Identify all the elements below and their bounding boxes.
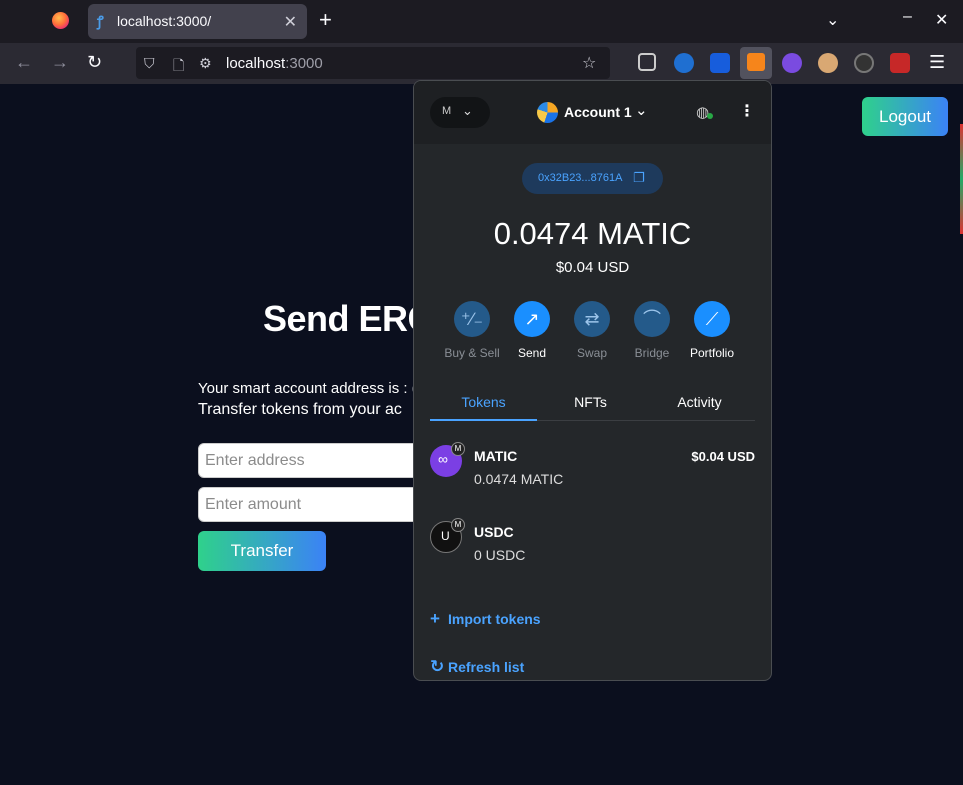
network-picker[interactable]: M ⌄ xyxy=(430,97,490,128)
connected-status-dot xyxy=(707,113,713,119)
buy-sell-button[interactable]: ⁺∕₋ Buy & Sell xyxy=(440,301,504,360)
bookmark-star-icon[interactable]: ☆ xyxy=(582,53,596,73)
account-avatar[interactable] xyxy=(537,102,558,123)
shield-icon[interactable]: ⛉ xyxy=(144,55,155,72)
account-name[interactable]: Account 1 xyxy=(564,104,632,120)
action-label: Send xyxy=(517,346,547,360)
fiat-balance: $0.04 USD xyxy=(555,259,630,276)
bridge-button[interactable]: ⌒ Bridge xyxy=(620,301,684,360)
network-badge: M xyxy=(451,442,465,456)
action-label: Buy & Sell xyxy=(444,346,500,360)
browser-tab[interactable]: ꝭ localhost:3000/ ✕ xyxy=(88,4,307,39)
transfer-description: Transfer tokens from your ac xyxy=(198,401,402,418)
metamask-fox-icon xyxy=(747,53,765,71)
account-address: 0x32B23...8761A xyxy=(538,172,623,184)
copy-icon: ❐ xyxy=(633,170,645,185)
bridge-icon: ⌒ xyxy=(634,301,670,337)
network-letter: M xyxy=(442,105,452,117)
pocket-icon[interactable] xyxy=(638,53,656,71)
token-fiat-value: $0.04 USD xyxy=(691,449,755,464)
arrow-up-right-icon: ↗ xyxy=(514,301,550,337)
firefox-icon[interactable] xyxy=(52,12,69,29)
extension-icon[interactable] xyxy=(890,53,910,73)
network-badge: M xyxy=(451,518,465,532)
close-window-icon[interactable]: ✕ xyxy=(935,10,948,30)
address-input[interactable] xyxy=(198,443,438,478)
chart-line-icon: ⟋ xyxy=(694,301,730,337)
logout-button[interactable]: Logout xyxy=(862,97,948,136)
swap-arrows-icon: ⇄ xyxy=(574,301,610,337)
close-tab-icon[interactable]: ✕ xyxy=(284,12,297,32)
tab-title: localhost:3000/ xyxy=(117,13,212,29)
amount-input[interactable] xyxy=(198,487,438,522)
extension-icon[interactable] xyxy=(674,53,694,73)
action-label: Swap xyxy=(576,346,608,360)
site-favicon-icon: ꝭ xyxy=(97,13,104,29)
browser-nav-bar: ← → ↻ ⛉ 🗋 ⚙ localhost:3000 ☆ ☰ xyxy=(0,43,963,84)
chevron-down-icon: ⌄ xyxy=(462,103,473,118)
token-symbol: USDC xyxy=(474,524,514,540)
bitwarden-icon[interactable] xyxy=(710,53,730,73)
url-text: localhost:3000 xyxy=(226,55,323,72)
minimize-icon[interactable]: – xyxy=(903,8,912,26)
token-balance: 0.0474 MATIC xyxy=(493,216,692,251)
send-button[interactable]: ↗ Send xyxy=(500,301,564,360)
new-tab-icon[interactable]: + xyxy=(319,8,332,32)
metamask-extension-button[interactable] xyxy=(740,47,772,79)
swap-button[interactable]: ⇄ Swap xyxy=(560,301,624,360)
reload-icon[interactable]: ↻ xyxy=(87,52,102,73)
metamask-popup: M ⌄ Account 1 ⌄ ◍ ⋮ 0x32B23...8761A ❐ 0.… xyxy=(413,80,772,681)
refresh-list-link[interactable]: ↻ Refresh list xyxy=(430,657,524,677)
more-options-icon[interactable]: ⋮ xyxy=(739,101,755,121)
refresh-icon: ↻ xyxy=(430,657,445,676)
token-symbol: MATIC xyxy=(474,448,518,464)
token-balance: 0.0474 MATIC xyxy=(474,471,564,487)
token-balance: 0 USDC xyxy=(474,547,526,563)
forward-icon[interactable]: → xyxy=(51,52,69,73)
tab-activity[interactable]: Activity xyxy=(644,394,755,410)
page-title: Send ERC xyxy=(263,298,434,339)
chevron-down-icon[interactable]: ⌄ xyxy=(635,101,648,119)
extension-icon[interactable] xyxy=(782,53,802,73)
action-label: Bridge xyxy=(634,346,670,360)
permissions-icon[interactable]: ⚙ xyxy=(199,55,212,72)
tab-tokens[interactable]: Tokens xyxy=(430,394,537,410)
action-label: Portfolio xyxy=(689,346,735,360)
menu-icon[interactable]: ☰ xyxy=(929,52,945,73)
portfolio-button[interactable]: ⟋ Portfolio xyxy=(680,301,744,360)
browser-tab-bar: ꝭ localhost:3000/ ✕ + ⌄ – ✕ xyxy=(0,0,963,43)
address-copy-button[interactable]: 0x32B23...8761A ❐ xyxy=(522,163,663,194)
page-icon[interactable]: 🗋 xyxy=(173,55,184,79)
import-tokens-link[interactable]: + Import tokens xyxy=(430,609,541,629)
extension-icon[interactable] xyxy=(854,53,874,73)
tab-nfts[interactable]: NFTs xyxy=(537,394,644,410)
url-bar[interactable]: ⛉ 🗋 ⚙ localhost:3000 ☆ xyxy=(136,47,610,79)
transfer-button[interactable]: Transfer xyxy=(198,531,326,571)
extension-icon[interactable] xyxy=(818,53,838,73)
back-icon[interactable]: ← xyxy=(15,52,33,73)
wallet-header: M ⌄ Account 1 ⌄ ◍ ⋮ xyxy=(414,81,771,144)
smart-account-text: Your smart account address is : ( xyxy=(198,380,417,397)
plus-minus-icon: ⁺∕₋ xyxy=(454,301,490,337)
active-tab-indicator xyxy=(430,419,537,421)
tab-list-chevron-icon[interactable]: ⌄ xyxy=(826,10,839,30)
plus-icon: + xyxy=(430,609,440,628)
